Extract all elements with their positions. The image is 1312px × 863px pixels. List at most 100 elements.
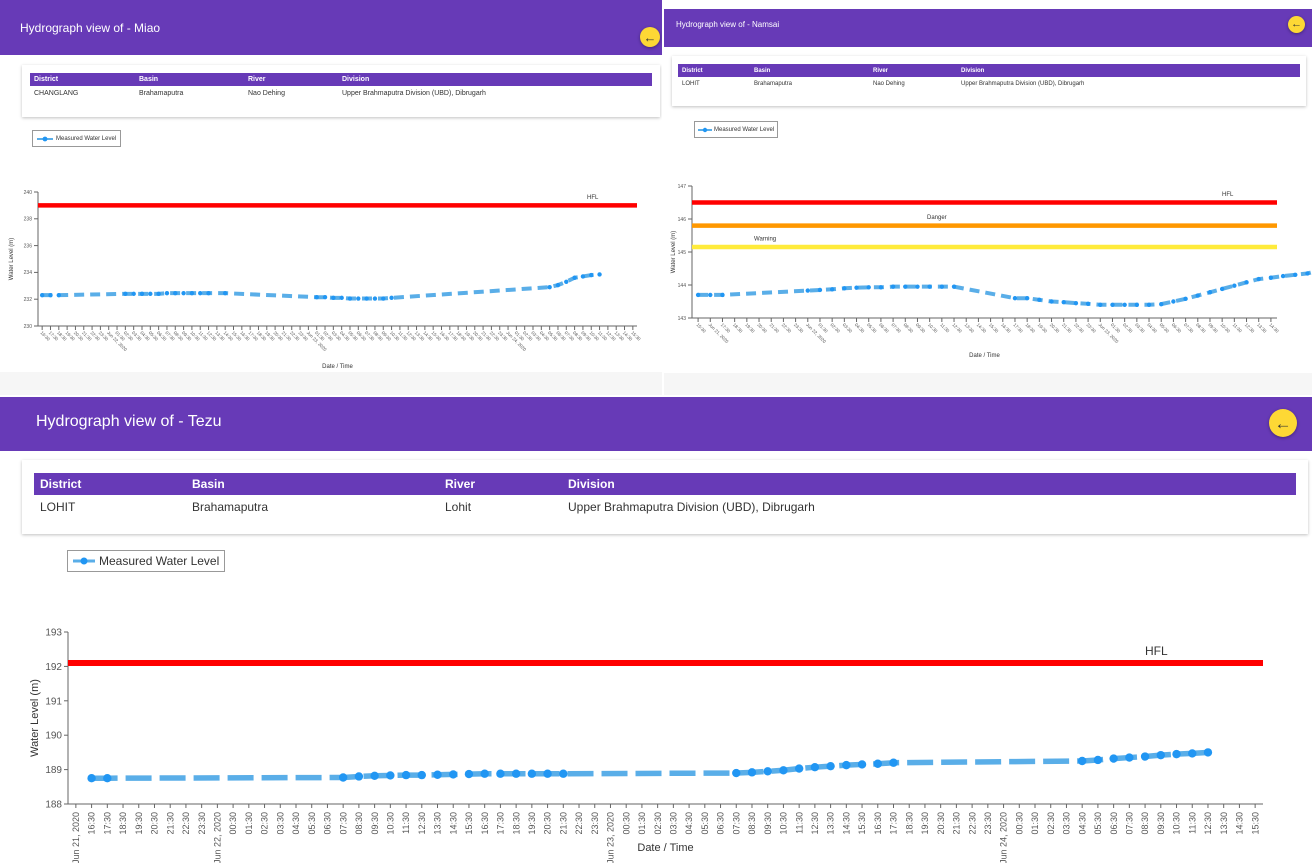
x-tick-label: 10:30: [1172, 812, 1182, 835]
y-tick-label: 146: [678, 217, 687, 223]
x-tick-label: 16:30: [480, 812, 490, 835]
data-point: [951, 284, 957, 289]
x-tick-label: 20:30: [543, 812, 553, 835]
x-tick-label: 10:30: [385, 812, 395, 835]
x-tick-label: 06:30: [878, 322, 890, 334]
miao-back-button[interactable]: ←: [640, 27, 660, 47]
x-tick-label: 02:30: [1122, 322, 1134, 334]
data-point: [854, 285, 859, 290]
basin-header: Basin: [753, 64, 872, 77]
x-tick-label: 06:30: [323, 812, 333, 835]
x-tick-label: 17:30: [102, 812, 112, 835]
miao-legend[interactable]: Measured Water Level: [32, 130, 122, 147]
x-tick-label: 12:30: [1244, 322, 1256, 334]
namsai-panel-footer: [664, 373, 1312, 395]
x-tick-label: 13:30: [433, 812, 443, 835]
namsai-legend[interactable]: Measured Water Level: [694, 121, 779, 138]
y-tick-label: 191: [45, 696, 62, 707]
data-point: [131, 291, 136, 297]
x-tick-label: 18:30: [511, 812, 521, 835]
x-tick-label: 09:30: [763, 812, 773, 835]
arrow-left-icon: ←: [1291, 18, 1302, 30]
data-point: [401, 770, 411, 780]
x-tick-label: 11:30: [794, 812, 804, 834]
x-tick-label: 04:30: [1146, 322, 1158, 334]
x-tick-label: 13:30: [1256, 322, 1268, 334]
x-tick-label: Jun 21, 2020: [71, 812, 81, 863]
x-tick-label: 15:30: [988, 322, 1000, 334]
namsai-hydrograph: 14314414514614715:30 Jun 21, 202017:30 18:…: [671, 184, 1312, 359]
x-axis-title: Date / Time: [637, 842, 693, 854]
x-tick-label: 22:30: [781, 322, 793, 334]
data-point: [597, 272, 602, 277]
data-point: [48, 292, 53, 298]
data-point: [331, 295, 336, 301]
basin-value: Brahamaputra: [139, 89, 184, 97]
division-header: Division: [960, 64, 1300, 77]
reference-line-label: HFL: [1222, 192, 1234, 198]
x-tick-label: 08:30: [1140, 812, 1150, 835]
x-tick-label: 09:30: [1156, 812, 1166, 835]
miao-page-title: Hydrograph view of - Miao: [20, 21, 161, 35]
x-tick-label: 03:30: [1062, 812, 1072, 835]
data-point: [1195, 293, 1200, 298]
x-tick-label: 16:30: [87, 812, 97, 835]
x-tick-label: 11:30: [401, 812, 411, 834]
data-point: [449, 770, 458, 779]
data-point: [189, 290, 195, 296]
x-tick-label: 23:30: [983, 812, 993, 835]
data-point: [927, 284, 932, 289]
tezu-back-button[interactable]: ←: [1269, 409, 1297, 437]
y-axis-title: Water Level (m): [29, 679, 41, 757]
x-axis-title: Date / Time: [969, 353, 1000, 359]
data-point: [695, 292, 701, 298]
data-point: [763, 767, 772, 776]
x-tick-label: 08:30: [1195, 322, 1207, 334]
data-point: [354, 772, 364, 781]
data-point: [1159, 301, 1164, 307]
district-header: District: [30, 73, 138, 86]
data-point: [1093, 755, 1103, 765]
y-tick-label: 190: [45, 731, 62, 742]
namsai-back-button[interactable]: ←: [1288, 16, 1305, 33]
data-point: [889, 758, 898, 767]
x-tick-label: 19:30: [1037, 322, 1049, 334]
data-point: [314, 294, 319, 300]
tezu-panel: Hydrograph view of - Tezu ← District Bas…: [0, 397, 1312, 863]
x-tick-label: 05:30: [1159, 322, 1171, 334]
data-point: [829, 287, 835, 292]
data-point: [347, 296, 353, 301]
data-point: [87, 774, 96, 783]
data-point: [1305, 271, 1310, 276]
x-tick-label: 18:30: [904, 812, 914, 835]
data-point: [372, 296, 378, 301]
data-point: [564, 279, 569, 284]
legend-line-marker-icon: [73, 557, 95, 565]
data-point: [890, 284, 896, 289]
miao-panel: Hydrograph view of - Miao ← District Bas…: [0, 0, 662, 395]
data-point: [1077, 756, 1087, 766]
x-tick-label: 09:30: [370, 812, 380, 835]
x-tick-label: 07:30: [338, 812, 348, 835]
x-tick-label: 12:30: [951, 322, 963, 334]
arrow-left-icon: ←: [1274, 413, 1292, 433]
x-axis-title: Date / Time: [322, 364, 353, 370]
data-point: [222, 290, 228, 296]
x-tick-label: 12:30: [810, 812, 820, 835]
x-tick-label: 23:30: [1085, 322, 1097, 334]
miao-info-card: District Basin River Division CHANGLANG …: [22, 65, 660, 117]
data-point: [779, 766, 788, 775]
x-tick-label: 17:30: [496, 812, 506, 835]
tezu-legend[interactable]: Measured Water Level: [67, 550, 226, 572]
x-tick-label: 23:30: [590, 812, 600, 835]
x-tick-label: 07:30: [1124, 812, 1134, 835]
x-tick-label: 02:30: [653, 812, 663, 835]
y-tick-label: 238: [24, 217, 33, 223]
reference-line-label: HFL: [1145, 644, 1168, 658]
x-tick-label: 09:30: [1207, 322, 1219, 334]
legend-label: Measured Water Level: [56, 135, 117, 142]
arrow-left-icon: ←: [643, 29, 657, 45]
data-point: [1156, 750, 1165, 760]
data-point: [915, 284, 920, 289]
data-point: [810, 762, 820, 772]
